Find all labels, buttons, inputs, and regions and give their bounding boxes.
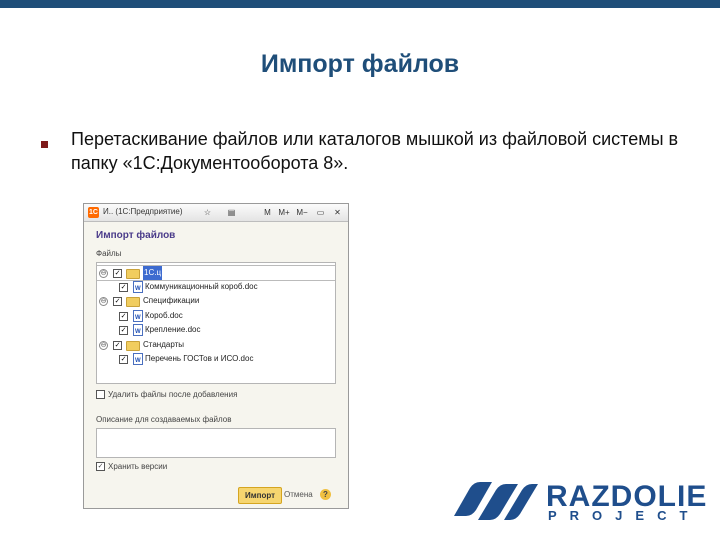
keep-versions-checkbox-box[interactable]: ✓ [96, 462, 105, 472]
close-icon[interactable]: ✕ [332, 207, 343, 218]
word-doc-icon [133, 324, 143, 339]
delete-after-add-checkbox[interactable]: Удалить файлы после добавления [96, 390, 238, 400]
tree-row-label: Короб.doc [145, 310, 183, 320]
expand-toggle-icon[interactable]: ⊖ [99, 297, 108, 306]
delete-after-add-label: Удалить файлы после добавления [108, 390, 238, 399]
word-doc-icon [133, 280, 143, 296]
slide-title: Импорт файлов [260, 50, 460, 78]
tree-row-checkbox[interactable]: ✓ [113, 297, 122, 306]
tree-row[interactable]: ✓ Крепление.doc [97, 323, 335, 339]
bullet-marker [41, 141, 48, 148]
delete-checkbox-box[interactable] [96, 390, 105, 400]
folder-icon [126, 269, 140, 279]
top-accent-bar [0, 0, 720, 8]
tree-row-label: Спецификации [143, 296, 200, 305]
import-files-window: 1C И.. (1С:Предприятие) ☆ ▤ M M+ M− ▭ ✕ … [83, 203, 349, 509]
tree-row-checkbox[interactable]: ✓ [113, 340, 122, 350]
tree-row-label: 1С.ц [143, 266, 163, 280]
tree-row-checkbox[interactable]: ✓ [119, 326, 128, 335]
folder-icon [126, 297, 140, 307]
tree-row[interactable]: ✓ Коммуникационный короб.doc [97, 280, 335, 296]
memory-minus-button[interactable]: M− [295, 207, 309, 218]
keep-versions-label: Хранить версии [108, 462, 168, 471]
tree-row[interactable]: ✓ Перечень ГОСТов и ИСО.doc [97, 352, 335, 368]
app-1c-icon[interactable]: 1C [88, 207, 99, 218]
calculator-icon[interactable]: ▤ [226, 207, 237, 218]
tree-row-label: Крепление.doc [145, 325, 201, 334]
window-titlebar: 1C И.. (1С:Предприятие) ☆ ▤ M M+ M− ▭ ✕ [84, 204, 348, 222]
tree-row-checkbox[interactable]: ✓ [119, 311, 128, 321]
files-label: Файлы [96, 249, 122, 258]
memory-plus-button[interactable]: M+ [277, 207, 291, 218]
tree-row-checkbox[interactable]: ✓ [119, 282, 128, 292]
tree-row-checkbox[interactable]: ✓ [119, 355, 128, 364]
logo-subtitle: PROJECT [548, 508, 701, 523]
folder-icon [126, 340, 140, 351]
tree-row-checkbox[interactable]: ✓ [113, 269, 122, 278]
tree-row-label: Перечень ГОСТов и ИСО.doc [145, 354, 254, 363]
tree-row[interactable]: ⊖ ✓ Стандарты [97, 338, 335, 352]
maximize-icon[interactable]: ▭ [315, 207, 326, 218]
expand-toggle-icon[interactable]: ⊖ [99, 269, 108, 278]
razdolie-logo: RAZDOLIE PROJECT [448, 476, 710, 526]
window-caption: И.. (1С:Предприятие) [103, 207, 183, 216]
razdolie-logo-mark [454, 482, 538, 520]
tree-row[interactable]: ⊖ ✓ Спецификации [97, 294, 335, 308]
tree-row[interactable]: ✓ Короб.doc [97, 309, 335, 325]
memory-m-button[interactable]: M [262, 207, 273, 218]
import-button[interactable]: Импорт [238, 487, 282, 504]
keep-versions-checkbox[interactable]: ✓ Хранить версии [96, 462, 168, 472]
word-doc-icon [133, 309, 143, 325]
files-tree[interactable]: ⊖ ✓ 1С.ц ✓ Коммуникационный короб.doc ⊖ ✓ Специ… [96, 262, 336, 384]
cancel-button[interactable]: Отмена [284, 487, 313, 502]
tree-row-label: Коммуникационный короб.doc [145, 281, 258, 291]
description-input[interactable] [96, 428, 336, 458]
favorite-icon[interactable]: ☆ [202, 207, 213, 218]
help-icon[interactable]: ? [320, 489, 331, 500]
expand-toggle-icon[interactable]: ⊖ [99, 340, 108, 350]
description-label: Описание для создаваемых файлов [96, 415, 232, 424]
word-doc-icon [133, 353, 143, 368]
panel-title: Импорт файлов [96, 230, 176, 241]
bullet-text: Перетаскивание файлов или каталогов мышк… [71, 129, 679, 173]
tree-row-label: Стандарты [143, 339, 185, 349]
